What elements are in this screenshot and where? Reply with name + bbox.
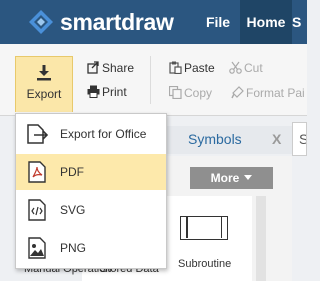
symbols-close-button[interactable]: X (272, 131, 281, 147)
format-painter-icon (231, 86, 244, 99)
export-button[interactable]: Export (15, 56, 73, 112)
shapes-scrollbar[interactable] (256, 196, 266, 281)
ribbon-divider (150, 56, 151, 104)
scissors-icon (229, 61, 242, 74)
menu-next-partial[interactable]: S (292, 0, 307, 44)
more-label: More (210, 171, 240, 185)
brand-name: smartdraw (60, 9, 174, 35)
export-svg-item[interactable]: SVG (16, 192, 166, 228)
export-label: Export (26, 87, 62, 101)
svg-file-icon (28, 199, 46, 221)
format-painter-label: Format Pai (246, 86, 305, 100)
export-for-office-label: Export for Office (60, 127, 147, 141)
share-label: Share (102, 61, 135, 75)
ribbon: Export Share Print Paste Cut Copy Format… (0, 44, 307, 116)
export-pdf-item[interactable]: PDF (16, 154, 166, 190)
subroutine-label: Subroutine (178, 258, 232, 270)
caret-down-icon (244, 175, 253, 180)
paste-icon (169, 61, 182, 74)
export-for-office-item[interactable]: Export for Office (16, 116, 166, 152)
smartdraw-logo-icon (29, 10, 53, 34)
more-dropdown-button[interactable]: More (190, 167, 273, 189)
menu-file[interactable]: File (196, 0, 240, 44)
export-png-item[interactable]: PNG (16, 230, 166, 266)
pdf-file-icon (28, 161, 46, 183)
png-file-icon (28, 237, 46, 259)
export-dropdown-menu: Export for Office PDF SVG PNG (15, 113, 167, 269)
print-label: Print (102, 85, 127, 99)
pdf-label: PDF (60, 165, 84, 179)
copy-icon (169, 86, 182, 99)
export-office-icon (27, 124, 48, 144)
svg-label: SVG (60, 203, 86, 217)
printer-icon (87, 85, 100, 98)
share-icon (87, 61, 99, 74)
right-panel-tab[interactable]: S (292, 122, 307, 156)
menu-home[interactable]: Home (240, 0, 292, 44)
export-download-icon (37, 65, 51, 81)
copy-label: Copy (184, 86, 213, 100)
top-bar: smartdraw File Home S (0, 0, 307, 44)
paste-label: Paste (184, 61, 215, 75)
cut-label: Cut (244, 61, 263, 75)
symbols-panel-title: Symbols (188, 131, 242, 147)
png-label: PNG (60, 241, 87, 255)
subroutine-shape[interactable] (180, 216, 228, 240)
